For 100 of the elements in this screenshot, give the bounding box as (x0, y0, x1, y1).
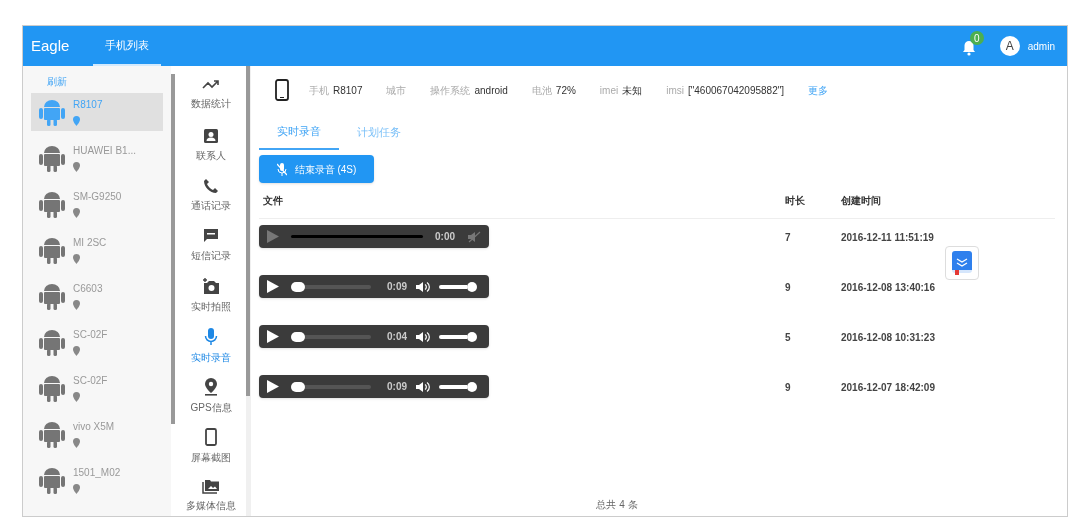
android-icon (39, 373, 65, 403)
location-pin-icon (73, 300, 80, 310)
message-icon (203, 228, 219, 244)
android-icon (39, 143, 65, 173)
user-name[interactable]: admin (1027, 38, 1055, 54)
phone-list-item[interactable]: C6603 (31, 277, 163, 315)
user-avatar[interactable]: A (999, 36, 1020, 56)
function-item[interactable]: 屏幕截图 (191, 428, 231, 478)
phone-list-item[interactable]: HUAWEI B1... (31, 139, 163, 177)
floating-tool-button[interactable] (945, 246, 979, 280)
phone-list-item[interactable]: SC-02F (31, 369, 163, 407)
location-pin-icon (73, 346, 80, 356)
notification-badge: 0 (969, 31, 984, 45)
android-icon (39, 281, 65, 311)
speaker-icon[interactable] (415, 380, 431, 393)
microphone-icon (204, 328, 218, 346)
info-value: 未知 (622, 83, 643, 98)
playback-time: 0:09 (387, 380, 407, 394)
function-item[interactable]: 通话记录 (191, 178, 231, 228)
scrollbar[interactable] (246, 66, 250, 396)
table-cell-text: 2016-12-08 13:40:16 (841, 281, 935, 295)
android-icon (39, 327, 65, 357)
table-cell-text: 5 (785, 331, 792, 345)
column-header: 文件 (262, 194, 284, 208)
speaker-icon[interactable] (415, 330, 431, 343)
speaker-icon[interactable] (415, 280, 431, 293)
location-pin-icon (73, 392, 80, 402)
phone-list-item[interactable]: vivo X5M (31, 415, 163, 453)
location-pin-icon (204, 378, 218, 396)
playback-time: 0:00 (435, 230, 455, 244)
phone-name: SM-G9250 (73, 190, 122, 204)
more-link[interactable]: 更多 (808, 82, 829, 98)
function-item[interactable]: 联系人 (196, 128, 226, 178)
location-pin-icon (73, 254, 80, 264)
camera-icon (202, 278, 220, 295)
phone-name: R8107 (73, 98, 103, 112)
location-pin-icon (73, 484, 80, 494)
photo-folder-icon (202, 478, 220, 494)
table-cell-text: 2016-12-11 11:51:19 (841, 231, 934, 245)
info-label: 操作系统 (430, 83, 471, 98)
function-item[interactable]: 实时录音 (191, 328, 231, 378)
volume-fill (439, 334, 467, 339)
table-cell-text: 9 (785, 381, 792, 395)
volume-thumb[interactable] (467, 331, 477, 342)
audio-player[interactable]: 0:09 (259, 375, 489, 398)
info-label: 城市 (386, 83, 407, 98)
function-item[interactable]: 数据统计 (191, 78, 231, 128)
progress-thumb[interactable] (291, 281, 305, 292)
smartphone-icon (205, 428, 217, 446)
volume-thumb[interactable] (467, 281, 477, 292)
brand-name: Eagle (31, 35, 70, 56)
progress-track (305, 284, 371, 289)
muted-speaker-icon[interactable] (467, 230, 481, 243)
play-icon[interactable] (267, 330, 279, 343)
info-label: 电池 (531, 83, 552, 98)
stop-recording-button[interactable]: 结束录音 (4S) (259, 155, 374, 183)
progress-thumb[interactable] (291, 381, 305, 392)
phone-name: C6603 (73, 282, 103, 296)
android-icon (39, 189, 65, 219)
phone-list-item[interactable]: 1501_M02 (31, 461, 163, 499)
bell-icon[interactable] (961, 40, 976, 56)
volume-fill (439, 284, 467, 289)
play-icon[interactable] (267, 280, 279, 293)
tab[interactable]: 计划任务 (339, 114, 419, 150)
table-cell-text: 7 (785, 231, 792, 245)
audio-player[interactable]: 0:09 (259, 275, 489, 298)
progress-thumb[interactable] (291, 331, 305, 342)
function-item[interactable]: 短信记录 (191, 228, 231, 278)
phone-list-item[interactable]: SC-02F (31, 323, 163, 361)
column-header: 创建时间 (841, 194, 881, 208)
phone-list-item[interactable]: SM-G9250 (31, 185, 163, 223)
playback-time: 0:04 (387, 330, 407, 344)
table-cell-text: 2016-12-07 18:42:09 (841, 381, 935, 395)
function-item[interactable]: 实时拍照 (191, 278, 231, 328)
play-icon[interactable] (267, 380, 279, 393)
info-label: imsi (666, 83, 684, 98)
audio-player[interactable]: 0:04 (259, 325, 489, 348)
volume-fill (439, 384, 467, 389)
phone-name: HUAWEI B1... (73, 144, 136, 158)
phone-name: 1501_M02 (73, 466, 121, 480)
info-value: 72% (555, 83, 576, 98)
book-icon (951, 251, 973, 275)
function-item[interactable]: GPS信息 (190, 378, 232, 428)
column-header: 时长 (785, 194, 806, 208)
scrollbar[interactable] (171, 74, 175, 424)
audio-player[interactable]: 0:00 (259, 225, 489, 248)
phone-name: vivo X5M (73, 420, 115, 434)
info-value: R8107 (333, 83, 363, 98)
phone-name: SC-02F (73, 328, 108, 342)
info-value: ["460067042095882"] (687, 83, 785, 98)
phone-name: SC-02F (73, 374, 108, 388)
phone-list-item[interactable]: R8107 (31, 93, 163, 131)
playback-time: 0:09 (387, 280, 407, 294)
table-cell-text: 9 (785, 281, 792, 295)
function-item[interactable]: 多媒体信息 (186, 478, 236, 516)
refresh-link[interactable]: 刷新 (47, 74, 67, 89)
volume-thumb[interactable] (467, 381, 477, 392)
phone-list-item[interactable]: MI 2SC (31, 231, 163, 269)
tab[interactable]: 实时录音 (259, 114, 339, 150)
progress-track (305, 384, 371, 389)
